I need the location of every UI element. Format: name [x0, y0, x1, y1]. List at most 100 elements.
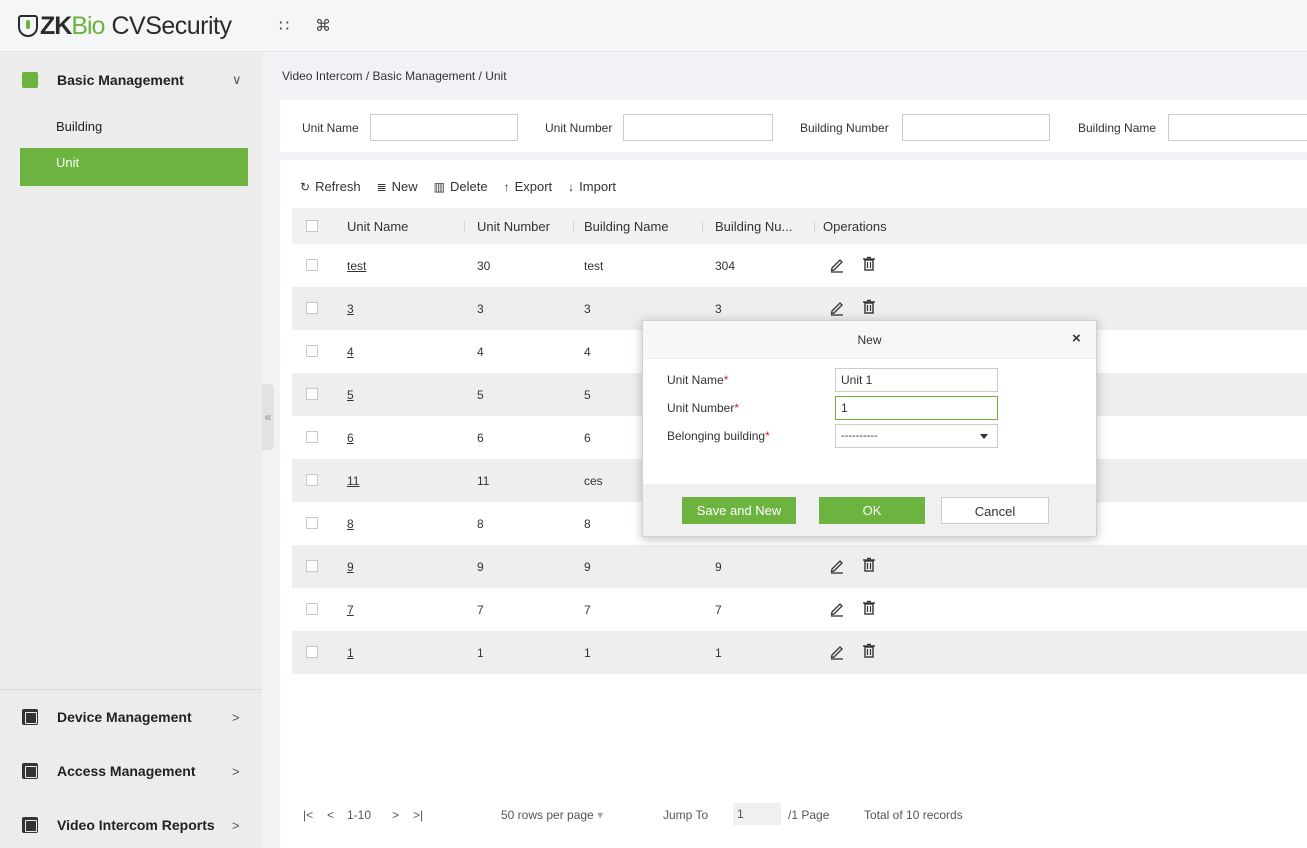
- cell-unit-name[interactable]: 3: [347, 302, 354, 316]
- column-header-building-number[interactable]: Building Nu...: [715, 219, 792, 234]
- export-button[interactable]: ↑ Export: [504, 179, 553, 194]
- cell-unit-name[interactable]: test: [347, 259, 366, 273]
- cell-unit-number: 3: [477, 302, 484, 316]
- cell-unit-name[interactable]: 11: [347, 474, 359, 488]
- new-button[interactable]: ≣ New: [377, 179, 418, 194]
- cell-unit-name[interactable]: 1: [347, 646, 354, 660]
- table-row[interactable]: 9 9 9 9: [292, 545, 1307, 588]
- filter-unit-name-input[interactable]: [370, 114, 518, 141]
- cell-unit-name[interactable]: 8: [347, 517, 354, 531]
- filter-building-number-input[interactable]: [902, 114, 1050, 141]
- sidebar: Basic Management ∨ Building Unit Device …: [0, 53, 262, 848]
- menu-label: Video Intercom Reports: [57, 817, 215, 833]
- column-header-building-name[interactable]: Building Name: [584, 219, 669, 234]
- unit-number-label-text: Unit Number: [667, 401, 735, 415]
- building-user-icon: [22, 72, 38, 88]
- edit-icon[interactable]: [828, 298, 846, 316]
- menu-device-management[interactable]: Device Management >: [0, 694, 262, 740]
- row-checkbox[interactable]: [306, 603, 318, 615]
- sidebar-collapse-toggle[interactable]: «: [262, 384, 274, 450]
- first-page-button[interactable]: |<: [303, 808, 313, 822]
- row-checkbox[interactable]: [306, 517, 318, 529]
- edit-icon[interactable]: [828, 556, 846, 574]
- export-icon: ↑: [503, 179, 510, 194]
- filter-building-number-label: Building Number: [800, 121, 889, 135]
- chevron-right-icon: >: [232, 817, 240, 833]
- table-row[interactable]: 1 1 1 1: [292, 631, 1307, 674]
- logo-zk-text: ZK: [40, 11, 72, 40]
- table-row[interactable]: test 30 test 304: [292, 244, 1307, 287]
- trash-icon[interactable]: [860, 255, 878, 273]
- cell-unit-name[interactable]: 9: [347, 560, 354, 574]
- trash-icon[interactable]: [860, 298, 878, 316]
- cell-unit-name[interactable]: 4: [347, 345, 354, 359]
- filter-unit-name-label: Unit Name: [302, 121, 359, 135]
- dialog-title: New: [857, 333, 882, 347]
- table-row[interactable]: 7 7 7 7: [292, 588, 1307, 631]
- import-button[interactable]: ↓ Import: [568, 179, 616, 194]
- save-and-new-button[interactable]: Save and New: [682, 497, 796, 524]
- cancel-button[interactable]: Cancel: [941, 497, 1049, 524]
- select-all-checkbox[interactable]: [306, 220, 318, 232]
- belonging-building-select[interactable]: ----------: [835, 424, 998, 448]
- logo-bio-text: Bio: [71, 11, 105, 40]
- close-icon[interactable]: ×: [1072, 330, 1081, 347]
- page-count: /1 Page: [788, 808, 830, 822]
- sidebar-item-label: Unit: [56, 155, 80, 170]
- sidebar-item-label: Building: [56, 119, 103, 134]
- menu-label: Access Management: [57, 763, 196, 779]
- edit-icon[interactable]: [828, 642, 846, 660]
- sidebar-item-unit[interactable]: Unit: [20, 148, 248, 186]
- row-checkbox[interactable]: [306, 474, 318, 486]
- column-header-unit-name[interactable]: Unit Name: [347, 219, 408, 234]
- command-icon[interactable]: ⌘: [315, 16, 331, 36]
- filter-bar: Unit Name Unit Number Building Number Bu…: [280, 100, 1307, 152]
- unit-number-input[interactable]: [835, 396, 998, 420]
- sidebar-item-building[interactable]: Building: [20, 108, 248, 146]
- row-checkbox[interactable]: [306, 302, 318, 314]
- next-page-button[interactable]: >: [392, 808, 399, 822]
- row-checkbox[interactable]: [306, 345, 318, 357]
- last-page-button[interactable]: >|: [413, 808, 423, 822]
- cell-unit-name[interactable]: 6: [347, 431, 354, 445]
- jump-to-input[interactable]: [733, 803, 781, 825]
- ok-button[interactable]: OK: [819, 497, 925, 524]
- menu-video-intercom-reports[interactable]: Video Intercom Reports >: [0, 802, 262, 848]
- prev-page-button[interactable]: <: [327, 808, 334, 822]
- row-checkbox[interactable]: [306, 560, 318, 572]
- trash-icon: ▥: [433, 179, 446, 194]
- row-checkbox[interactable]: [306, 259, 318, 271]
- trash-icon[interactable]: [860, 642, 878, 660]
- grid-icon[interactable]: ∷: [279, 16, 289, 36]
- menu-label: Device Management: [57, 709, 192, 725]
- unit-name-input[interactable]: [835, 368, 998, 392]
- edit-icon[interactable]: [828, 255, 846, 273]
- breadcrumb: Video Intercom / Basic Management / Unit: [282, 69, 507, 83]
- cell-unit-name[interactable]: 5: [347, 388, 354, 402]
- menu-basic-management[interactable]: Basic Management ∨: [0, 57, 262, 103]
- menu-access-management[interactable]: Access Management >: [0, 748, 262, 794]
- app-logo[interactable]: ZK Bio CVSecurity: [18, 12, 232, 40]
- delete-button[interactable]: ▥ Delete: [434, 179, 488, 194]
- row-checkbox[interactable]: [306, 388, 318, 400]
- refresh-button[interactable]: ↻ Refresh: [300, 179, 361, 194]
- shield-logo-icon: [18, 15, 38, 37]
- column-header-operations: Operations: [823, 219, 887, 234]
- double-chevron-left-icon: «: [264, 410, 272, 424]
- edit-icon[interactable]: [828, 599, 846, 617]
- cell-building-name: 1: [584, 646, 591, 660]
- row-checkbox[interactable]: [306, 431, 318, 443]
- trash-icon[interactable]: [860, 556, 878, 574]
- row-checkbox[interactable]: [306, 646, 318, 658]
- refresh-icon: ↻: [300, 179, 311, 194]
- filter-unit-number-input[interactable]: [623, 114, 773, 141]
- rows-per-page-select[interactable]: 50 rows per page ▾: [501, 808, 603, 822]
- cell-unit-number: 8: [477, 517, 484, 531]
- cell-unit-number: 4: [477, 345, 484, 359]
- cell-unit-name[interactable]: 7: [347, 603, 354, 617]
- top-bar: ZK Bio CVSecurity ∷ ⌘: [0, 0, 1307, 52]
- filter-building-name-input[interactable]: [1168, 114, 1307, 141]
- column-header-unit-number[interactable]: Unit Number: [477, 219, 550, 234]
- trash-icon[interactable]: [860, 599, 878, 617]
- cell-building-name: 6: [584, 431, 591, 445]
